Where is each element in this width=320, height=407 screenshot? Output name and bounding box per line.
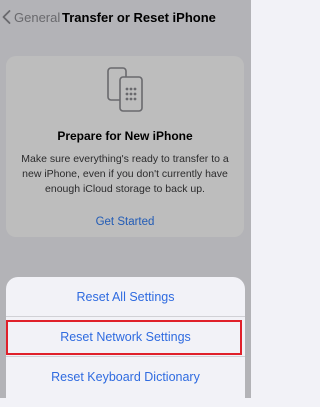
reset-all-settings-option[interactable]: Reset All Settings — [6, 277, 245, 316]
reset-keyboard-dictionary-option[interactable]: Reset Keyboard Dictionary — [6, 357, 245, 396]
reset-network-settings-option[interactable]: Reset Network Settings — [6, 317, 245, 356]
action-sheet: Reset All Settings Reset Network Setting… — [6, 277, 245, 407]
